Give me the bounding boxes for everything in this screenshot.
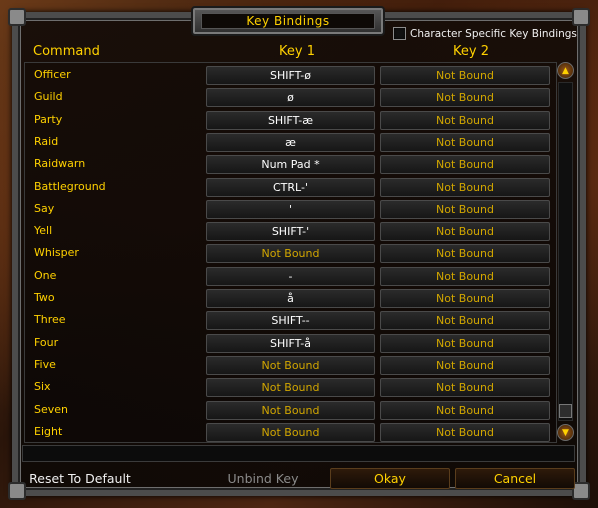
command-label: Whisper: [34, 246, 79, 260]
binding-row: Battleground CTRL-' Not Bound: [25, 177, 556, 197]
character-specific-label: Character Specific Key Bindings: [410, 27, 577, 40]
title-plate: Key Bindings: [191, 6, 385, 36]
command-label: Three: [34, 313, 66, 327]
key1-binding-button[interactable]: æ: [206, 132, 375, 152]
binding-row: Party SHIFT-æ Not Bound: [25, 110, 556, 130]
key2-binding-button[interactable]: Not Bound: [380, 355, 550, 375]
key1-binding-button[interactable]: SHIFT-å: [206, 333, 375, 353]
binding-row: Guild ø Not Bound: [25, 88, 556, 108]
command-label: Yell: [34, 224, 53, 238]
command-label: Guild: [34, 90, 63, 104]
binding-row: Whisper Not Bound Not Bound: [25, 244, 556, 264]
key2-binding-button[interactable]: Not Bound: [380, 132, 550, 152]
binding-row: Two å Not Bound: [25, 289, 556, 308]
binding-row: Eight Not Bound Not Bound: [25, 422, 556, 442]
binding-row: Four SHIFT-å Not Bound: [25, 333, 556, 353]
character-specific-checkbox[interactable]: [393, 27, 406, 40]
command-label: Eight: [34, 424, 63, 438]
key1-binding-button[interactable]: Not Bound: [206, 378, 375, 398]
reset-to-default-button[interactable]: Reset To Default: [22, 468, 138, 489]
scrollbar[interactable]: ▲ ▼: [557, 62, 574, 441]
binding-row: Seven Not Bound Not Bound: [25, 400, 556, 420]
status-bar: [22, 445, 575, 462]
binding-row: Raid æ Not Bound: [25, 132, 556, 152]
key1-binding-button[interactable]: -: [206, 266, 375, 286]
column-header-key1: Key 1: [279, 44, 315, 59]
key2-binding-button[interactable]: Not Bound: [380, 400, 550, 420]
key1-binding-button[interactable]: ': [206, 199, 375, 219]
bindings-list: Officer SHIFT-ø Not Bound Guild ø Not Bound Pa…: [24, 62, 557, 443]
command-label: Say: [34, 201, 55, 215]
command-label: Raidwarn: [34, 157, 86, 171]
binding-row: Yell SHIFT-' Not Bound: [25, 222, 556, 242]
key2-binding-button[interactable]: Not Bound: [380, 177, 550, 197]
binding-row: Raidwarn Num Pad * Not Bound: [25, 155, 556, 175]
key1-binding-button[interactable]: Num Pad *: [206, 155, 375, 175]
binding-row: Five Not Bound Not Bound: [25, 355, 556, 375]
key2-binding-button[interactable]: Not Bound: [380, 311, 550, 331]
key2-binding-button[interactable]: Not Bound: [380, 422, 550, 442]
key1-binding-button[interactable]: Not Bound: [206, 400, 375, 420]
key2-binding-button[interactable]: Not Bound: [380, 289, 550, 308]
okay-button[interactable]: Okay: [330, 468, 450, 489]
key1-binding-button[interactable]: Not Bound: [206, 355, 375, 375]
arrow-up-icon[interactable]: ▲: [557, 62, 574, 79]
cancel-button[interactable]: Cancel: [455, 468, 575, 489]
unbind-key-button[interactable]: Unbind Key: [200, 468, 326, 489]
column-header-command: Command: [33, 44, 100, 59]
key2-binding-button[interactable]: Not Bound: [380, 66, 550, 85]
command-label: Six: [34, 380, 51, 394]
key2-binding-button[interactable]: Not Bound: [380, 222, 550, 242]
key1-binding-button[interactable]: SHIFT-ø: [206, 66, 375, 85]
key2-binding-button[interactable]: Not Bound: [380, 199, 550, 219]
column-header-key2: Key 2: [453, 44, 489, 59]
command-label: Four: [34, 335, 59, 349]
key1-binding-button[interactable]: Not Bound: [206, 422, 375, 442]
binding-row: Six Not Bound Not Bound: [25, 378, 556, 398]
key1-binding-button[interactable]: CTRL-': [206, 177, 375, 197]
key1-binding-button[interactable]: SHIFT-': [206, 222, 375, 242]
key2-binding-button[interactable]: Not Bound: [380, 333, 550, 353]
command-label: Two: [34, 291, 55, 304]
command-label: Officer: [34, 68, 71, 81]
binding-row: Say ' Not Bound: [25, 199, 556, 219]
key2-binding-button[interactable]: Not Bound: [380, 266, 550, 286]
command-label: Party: [34, 112, 63, 126]
binding-row: Officer SHIFT-ø Not Bound: [25, 66, 556, 85]
key1-binding-button[interactable]: Not Bound: [206, 244, 375, 264]
key2-binding-button[interactable]: Not Bound: [380, 378, 550, 398]
character-specific-toggle[interactable]: Character Specific Key Bindings: [393, 27, 577, 40]
key1-binding-button[interactable]: SHIFT-æ: [206, 110, 375, 130]
frame-corner: [572, 8, 590, 26]
scrollbar-thumb[interactable]: [559, 404, 572, 418]
frame-corner: [8, 8, 26, 26]
command-label: Five: [34, 357, 56, 371]
key2-binding-button[interactable]: Not Bound: [380, 244, 550, 264]
key2-binding-button[interactable]: Not Bound: [380, 110, 550, 130]
dialog-title: Key Bindings: [201, 13, 375, 29]
key2-binding-button[interactable]: Not Bound: [380, 88, 550, 108]
command-label: Raid: [34, 134, 59, 148]
binding-row: One - Not Bound: [25, 266, 556, 286]
command-label: Seven: [34, 402, 68, 416]
key1-binding-button[interactable]: SHIFT--: [206, 311, 375, 331]
binding-row: Three SHIFT-- Not Bound: [25, 311, 556, 331]
command-label: Battleground: [34, 179, 106, 193]
key2-binding-button[interactable]: Not Bound: [380, 155, 550, 175]
command-label: One: [34, 268, 57, 282]
arrow-down-icon[interactable]: ▼: [557, 424, 574, 441]
key1-binding-button[interactable]: å: [206, 289, 375, 308]
key1-binding-button[interactable]: ø: [206, 88, 375, 108]
scrollbar-track[interactable]: [558, 82, 573, 421]
